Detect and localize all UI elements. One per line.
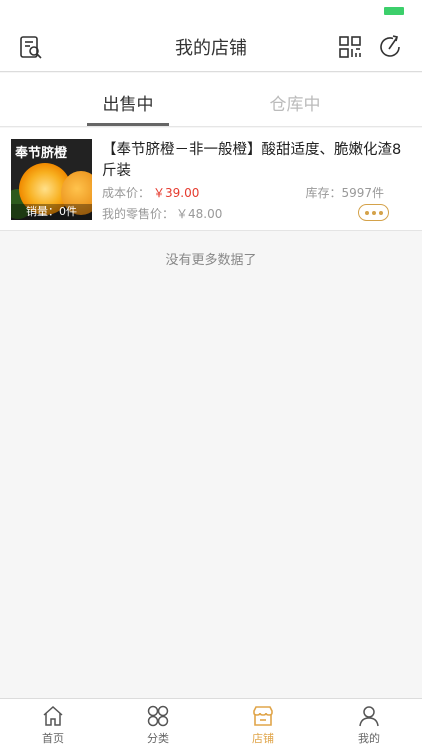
tabbar-item-mine[interactable]: 我的 [329, 703, 409, 746]
status-bar [0, 0, 422, 22]
nav-bar: 我的店铺 [0, 22, 422, 72]
cost-price-label: 成本价： [102, 186, 151, 200]
tab-selling[interactable]: 出售中 [78, 90, 178, 115]
no-more-data-text: 没有更多数据了 [165, 253, 257, 268]
more-options-button[interactable] [358, 204, 389, 221]
product-title[interactable]: 【奉节脐橙－非一般橙】酸甜适度、脆嫩化渣8斤装 [102, 140, 402, 182]
product-list-item[interactable]: 奉节脐橙 销量：0件 【奉节脐橙－非一般橙】酸甜适度、脆嫩化渣8斤装 成本价： … [0, 128, 422, 231]
sales-count: 销量：0件 [11, 204, 92, 220]
user-icon [359, 706, 379, 727]
stock-count: 库存：5997件 [305, 186, 384, 200]
tabbar-label-home: 首页 [42, 732, 64, 745]
dot-icon [378, 210, 383, 215]
dot-icon [371, 210, 376, 215]
tab-bar: 出售中 仓库中 [0, 73, 422, 127]
retail-price-value: ￥48.00 [176, 207, 223, 221]
tab-warehouse[interactable]: 仓库中 [245, 90, 345, 115]
product-thumbnail[interactable]: 奉节脐橙 销量：0件 [11, 139, 92, 220]
tabbar-item-shop[interactable]: 店铺 [223, 703, 303, 746]
tabbar-item-category[interactable]: 分类 [118, 703, 198, 746]
qr-code-icon[interactable] [337, 34, 363, 60]
tabbar-label-shop: 店铺 [252, 732, 274, 745]
tabbar-label-category: 分类 [147, 732, 169, 745]
battery-icon [384, 7, 404, 15]
retail-price-label: 我的零售价： [102, 207, 175, 221]
tab-selected-indicator [87, 123, 169, 126]
share-icon[interactable] [378, 34, 404, 60]
bottom-tab-bar: 首页 分类 店铺 我的 [0, 698, 422, 750]
category-icon [147, 705, 169, 727]
cost-price-value: ￥39.00 [153, 186, 200, 200]
shop-icon [253, 706, 273, 726]
tabbar-item-home[interactable]: 首页 [13, 703, 93, 746]
thumbnail-title: 奉节脐橙 [15, 146, 68, 161]
home-icon [43, 705, 63, 726]
dot-icon [364, 210, 369, 215]
tabbar-label-mine: 我的 [358, 732, 380, 745]
